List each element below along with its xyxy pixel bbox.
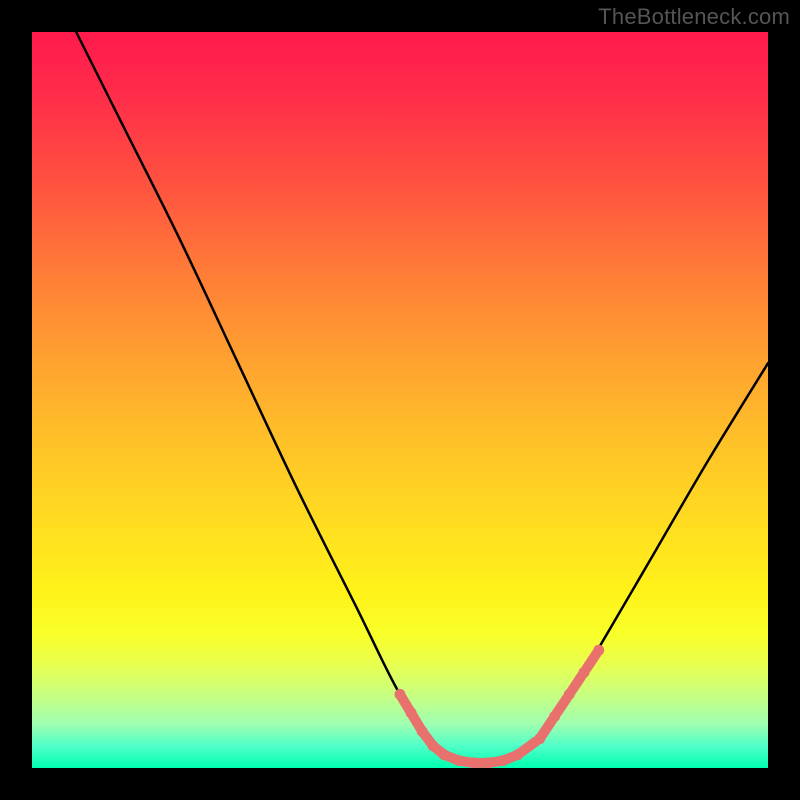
curve-line — [76, 32, 768, 766]
marker-dot — [439, 749, 450, 760]
watermark-text: TheBottleneck.com — [598, 4, 790, 30]
plot-area — [32, 32, 768, 768]
marker-dot — [483, 757, 494, 768]
marker-dash — [586, 654, 596, 669]
marker-dot — [498, 755, 509, 766]
chart-container: TheBottleneck.com — [0, 0, 800, 800]
marker-dash — [557, 698, 567, 713]
marker-dot — [593, 645, 604, 656]
marker-dot — [549, 711, 560, 722]
highlighted-markers — [395, 645, 605, 768]
marker-dot — [395, 689, 406, 700]
marker-dash — [542, 720, 552, 735]
marker-dot — [512, 749, 523, 760]
marker-dot — [534, 733, 545, 744]
marker-dash — [521, 741, 536, 752]
chart-svg — [32, 32, 768, 768]
marker-dot — [417, 726, 428, 737]
marker-dot — [468, 757, 479, 768]
marker-dot — [453, 755, 464, 766]
marker-dash — [571, 676, 581, 691]
marker-dot — [406, 707, 417, 718]
marker-dot — [579, 667, 590, 678]
marker-dot — [564, 689, 575, 700]
marker-dot — [428, 740, 439, 751]
